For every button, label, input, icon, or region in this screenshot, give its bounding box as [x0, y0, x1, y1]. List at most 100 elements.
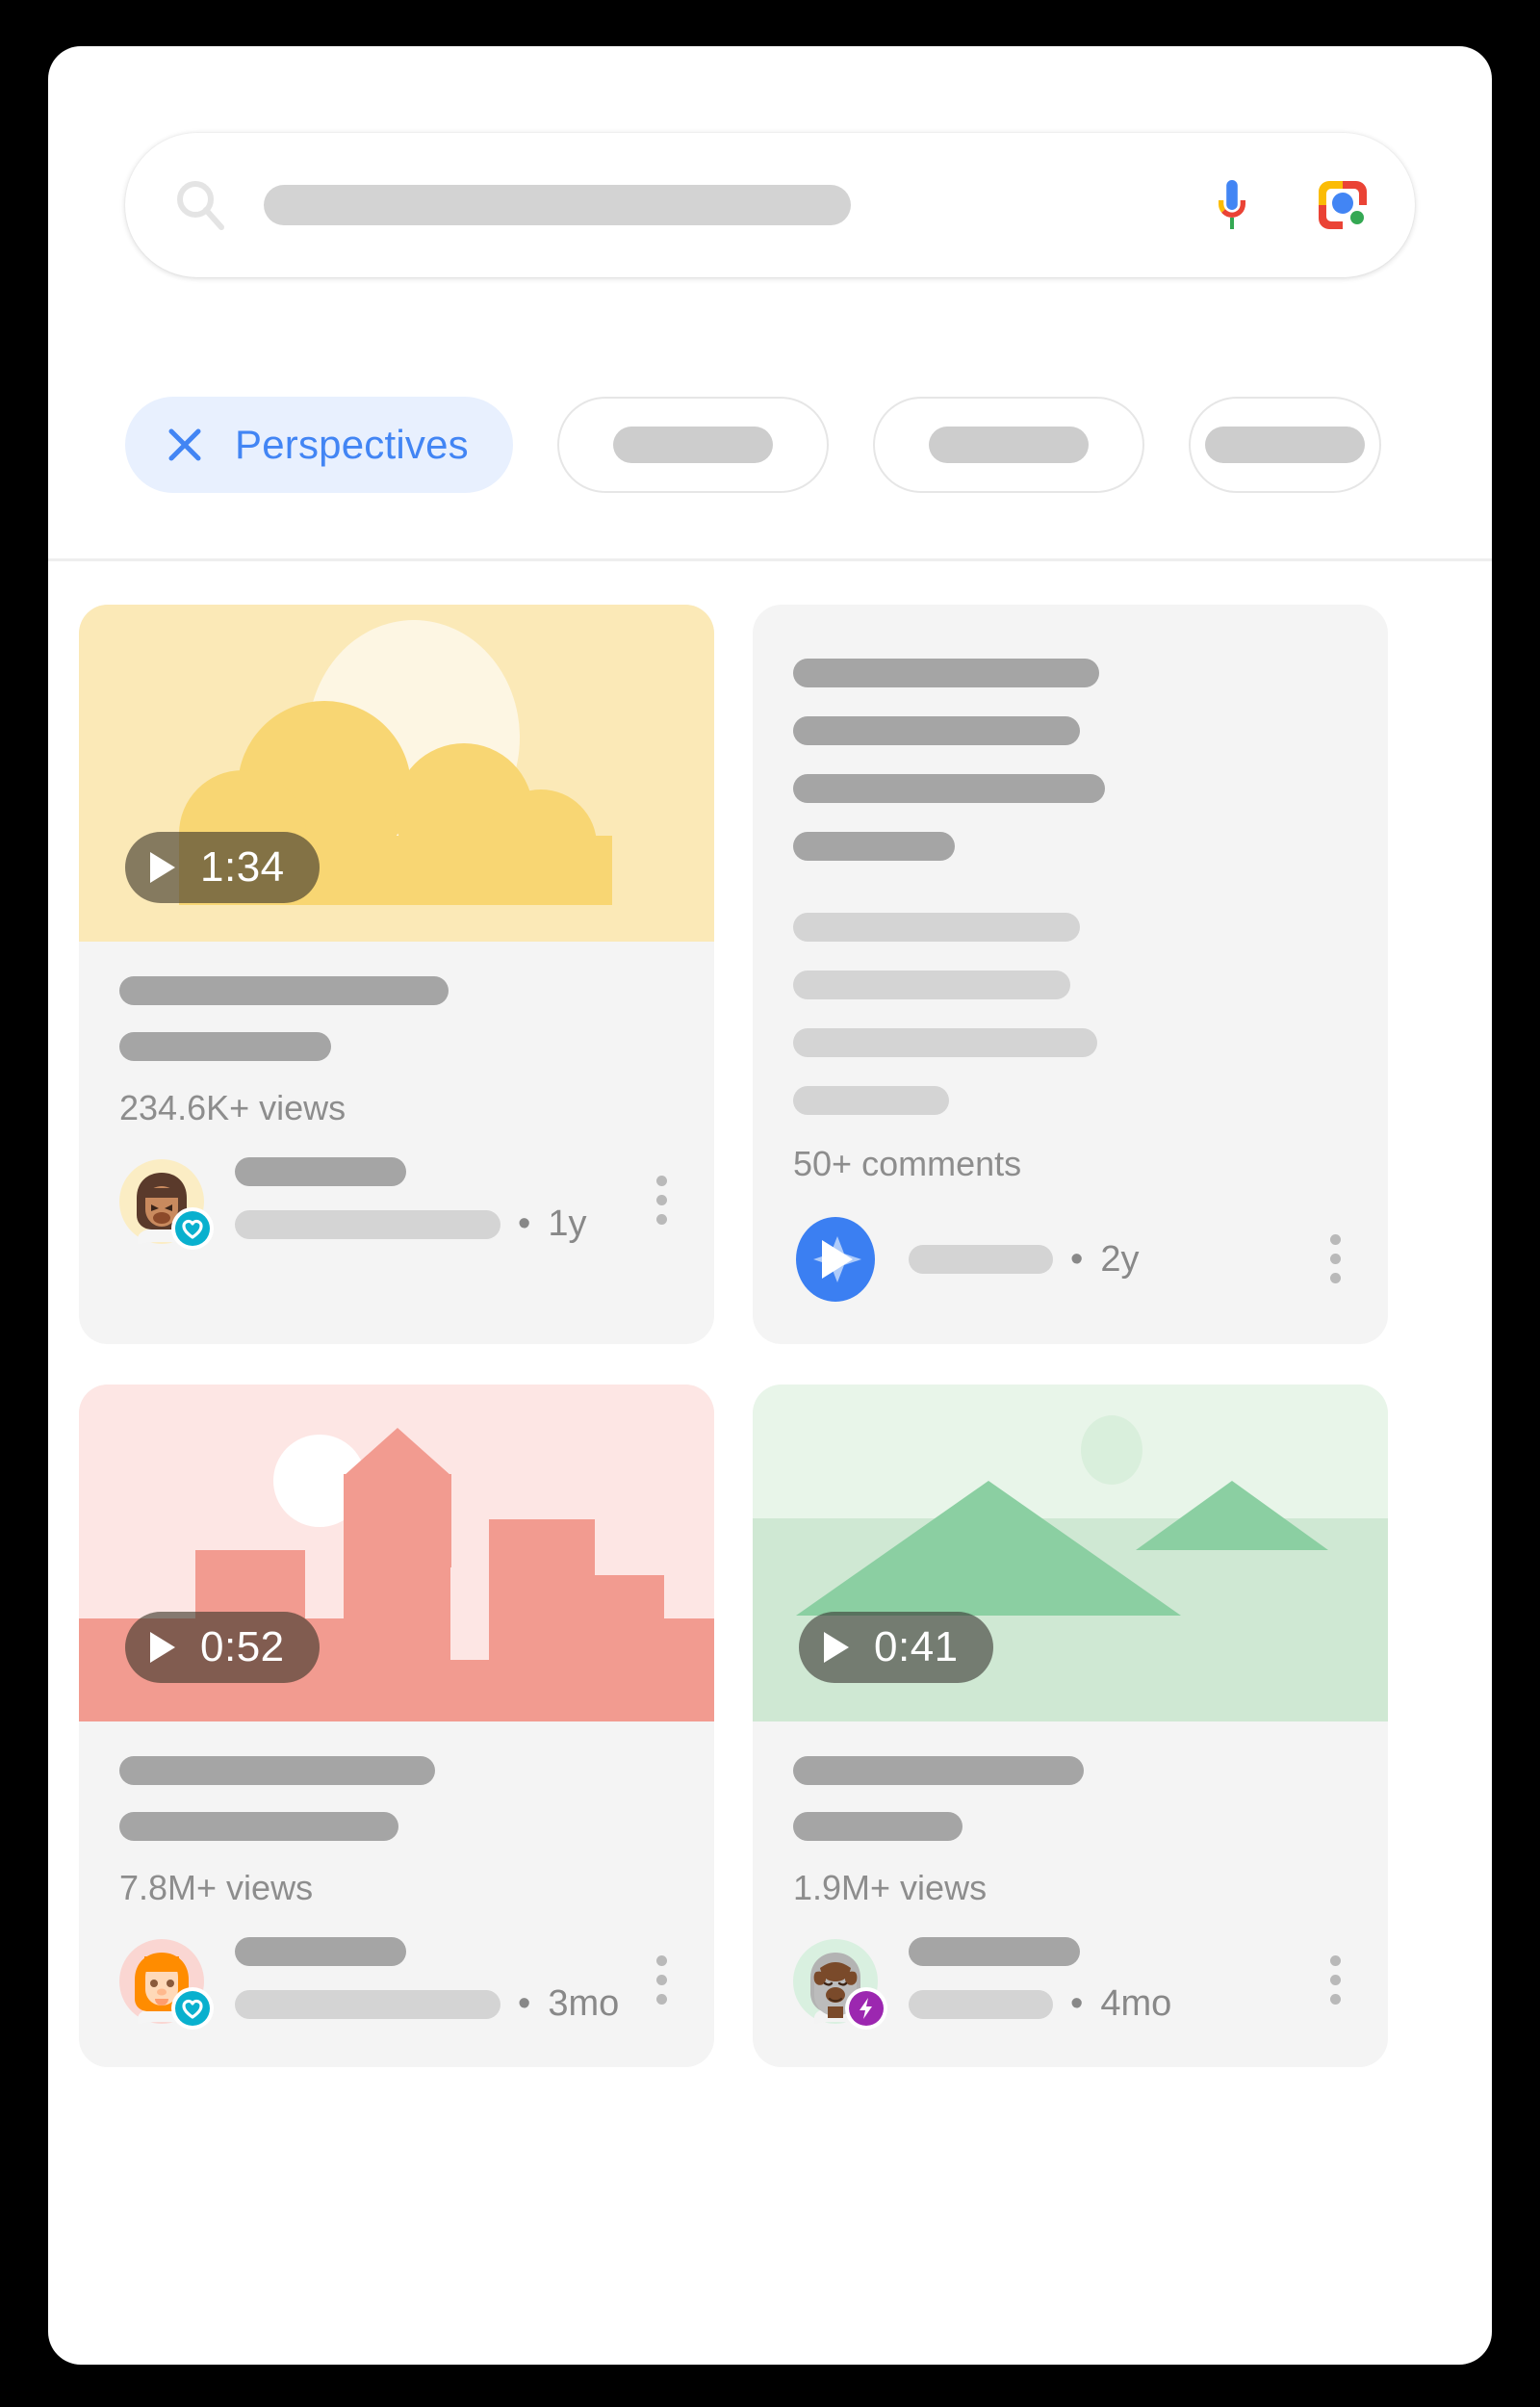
app-panel: Perspectives 1:34 234.6K+ views • 1y 50+…	[48, 46, 1492, 2365]
duration-text: 1:34	[200, 843, 285, 891]
thumbnail-clouds[interactable]: 1:34	[79, 605, 714, 942]
lightning-bolt-badge-icon	[845, 1986, 887, 2030]
avatar[interactable]	[119, 1938, 214, 2030]
channel-name-placeholder	[909, 1937, 1080, 1966]
card-footer: • 3mo	[79, 1908, 714, 2067]
chip-placeholder-bar	[928, 427, 1089, 463]
search-bar-container	[125, 133, 1415, 277]
chip-perspectives[interactable]: Perspectives	[125, 397, 513, 493]
heart-badge-icon	[171, 1986, 214, 2030]
text-placeholder-line	[793, 971, 1070, 999]
chip-placeholder-1[interactable]	[556, 397, 829, 493]
results-grid: 1:34 234.6K+ views • 1y 50+ comments • 2…	[79, 605, 1465, 2067]
source-placeholder	[909, 1989, 1053, 2019]
channel-age-row: • 3mo	[235, 1983, 622, 2025]
search-icon	[171, 175, 231, 235]
more-options-icon[interactable]	[1319, 1233, 1351, 1285]
result-card-video-mountains[interactable]: 0:41 1.9M+ views • 4mo	[753, 1385, 1388, 2067]
more-options-icon[interactable]	[645, 1955, 678, 2006]
google-lens-icon[interactable]	[1313, 175, 1373, 235]
close-x-icon[interactable]	[164, 424, 206, 466]
text-placeholder-line	[793, 716, 1080, 745]
chip-placeholder-bar	[1204, 427, 1365, 463]
bullet-separator: •	[1070, 1238, 1084, 1280]
duration-text: 0:52	[200, 1623, 285, 1670]
channel-info: • 2y	[901, 1239, 1296, 1281]
search-bar[interactable]	[125, 133, 1415, 277]
channel-age-row: • 2y	[909, 1239, 1296, 1281]
post-age: 4mo	[1100, 1983, 1172, 2024]
title-placeholder-line	[793, 1812, 962, 1841]
more-options-icon[interactable]	[645, 1176, 678, 1227]
card-footer: • 1y	[79, 1128, 714, 1287]
post-age: 2y	[1100, 1238, 1140, 1280]
text-placeholder-line	[793, 774, 1105, 803]
search-input[interactable]	[264, 185, 851, 225]
thumbnail-city[interactable]: 0:52	[79, 1385, 714, 1721]
microphone-icon[interactable]	[1205, 175, 1259, 235]
avatar[interactable]	[119, 1158, 214, 1250]
title-placeholder-line	[119, 1756, 435, 1785]
views-count: 7.8M+ views	[119, 1868, 314, 1907]
card-body: 7.8M+ views	[79, 1721, 714, 1908]
source-placeholder	[235, 1209, 500, 1239]
text-placeholder-line	[793, 659, 1099, 687]
source-placeholder	[909, 1245, 1053, 1274]
duration-badge: 0:41	[799, 1612, 993, 1683]
play-icon	[150, 852, 175, 883]
result-card-text-comments[interactable]: 50+ comments • 2y	[753, 605, 1388, 1344]
channel-age-row: • 4mo	[909, 1983, 1296, 2025]
card-footer: • 2y	[753, 1184, 1388, 1344]
bullet-separator: •	[1070, 1983, 1084, 2024]
duration-text: 0:41	[874, 1623, 959, 1670]
channel-info: • 4mo	[901, 1937, 1296, 2025]
channel-name-placeholder	[235, 1157, 406, 1186]
duration-badge: 1:34	[125, 832, 320, 903]
text-placeholder-line	[793, 913, 1080, 942]
chip-label-perspectives: Perspectives	[235, 422, 469, 467]
more-options-icon[interactable]	[1319, 1955, 1351, 2006]
chip-placeholder-3[interactable]	[1188, 397, 1381, 493]
views-count: 234.6K+ views	[119, 1088, 346, 1127]
card-footer: • 4mo	[753, 1908, 1388, 2067]
channel-info: • 3mo	[227, 1937, 622, 2025]
chip-placeholder-2[interactable]	[872, 397, 1144, 493]
result-card-video-clouds[interactable]: 1:34 234.6K+ views • 1y	[79, 605, 714, 1344]
comments-count: 50+ comments	[793, 1144, 1022, 1183]
title-placeholder-line	[119, 1812, 398, 1841]
text-placeholder-line	[793, 832, 955, 861]
avatar[interactable]	[793, 1217, 878, 1302]
text-placeholder-line	[793, 1028, 1097, 1057]
bullet-separator: •	[518, 1204, 531, 1244]
duration-badge: 0:52	[125, 1612, 320, 1683]
blue-star-avatar	[796, 1217, 875, 1302]
channel-info: • 1y	[227, 1157, 622, 1245]
card-body: 1.9M+ views	[753, 1721, 1388, 1908]
channel-name-row	[235, 1157, 622, 1186]
views-count: 1.9M+ views	[793, 1868, 988, 1907]
text-placeholder-line	[793, 1086, 949, 1115]
bullet-separator: •	[518, 1983, 531, 2024]
header-divider	[48, 558, 1492, 561]
chip-placeholder-bar	[612, 427, 773, 463]
play-icon	[824, 1632, 849, 1663]
play-icon	[150, 1632, 175, 1663]
heart-badge-icon	[171, 1206, 214, 1250]
card-body: 50+ comments	[753, 605, 1388, 1184]
avatar[interactable]	[793, 1938, 887, 2030]
title-placeholder-line	[793, 1756, 1084, 1785]
post-age: 3mo	[548, 1983, 620, 2024]
title-placeholder-line	[119, 976, 449, 1005]
card-body: 234.6K+ views	[79, 942, 714, 1128]
result-card-video-city[interactable]: 0:52 7.8M+ views • 3mo	[79, 1385, 714, 2067]
filter-chips-row: Perspectives	[125, 395, 1492, 495]
channel-name-row	[235, 1937, 622, 1966]
thumbnail-mountains[interactable]: 0:41	[753, 1385, 1388, 1721]
channel-name-row	[909, 1937, 1296, 1966]
channel-age-row: • 1y	[235, 1204, 622, 1245]
post-age: 1y	[548, 1204, 587, 1244]
source-placeholder	[235, 1989, 500, 2019]
title-placeholder-line	[119, 1032, 331, 1061]
channel-name-placeholder	[235, 1937, 406, 1966]
